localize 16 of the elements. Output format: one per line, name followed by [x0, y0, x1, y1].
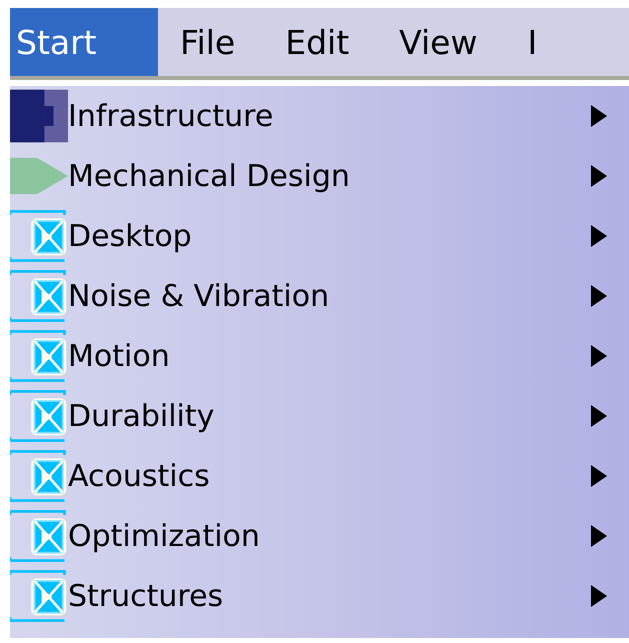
triangle-icon [10, 156, 68, 196]
menu-item[interactable]: Desktop [68, 218, 591, 254]
menu-title[interactable]: View [377, 8, 506, 76]
menu-item[interactable]: Durability [68, 398, 591, 434]
blocks-icon [10, 87, 68, 145]
menu-item[interactable]: Structures [68, 578, 591, 614]
menu-item[interactable]: Acoustics [68, 458, 591, 494]
menu-title[interactable]: Start [10, 8, 158, 76]
menu-item[interactable]: Noise & Vibration [68, 278, 591, 314]
menu-item[interactable]: Mechanical Design [68, 158, 591, 194]
menu-item[interactable]: Infrastructure [68, 98, 591, 134]
menu-title[interactable]: I [505, 8, 566, 76]
menu-item[interactable]: Optimization [68, 518, 591, 554]
menu-item[interactable]: Motion [68, 338, 591, 374]
menu-title[interactable]: File [158, 8, 264, 76]
menu-title[interactable]: Edit [263, 8, 378, 76]
